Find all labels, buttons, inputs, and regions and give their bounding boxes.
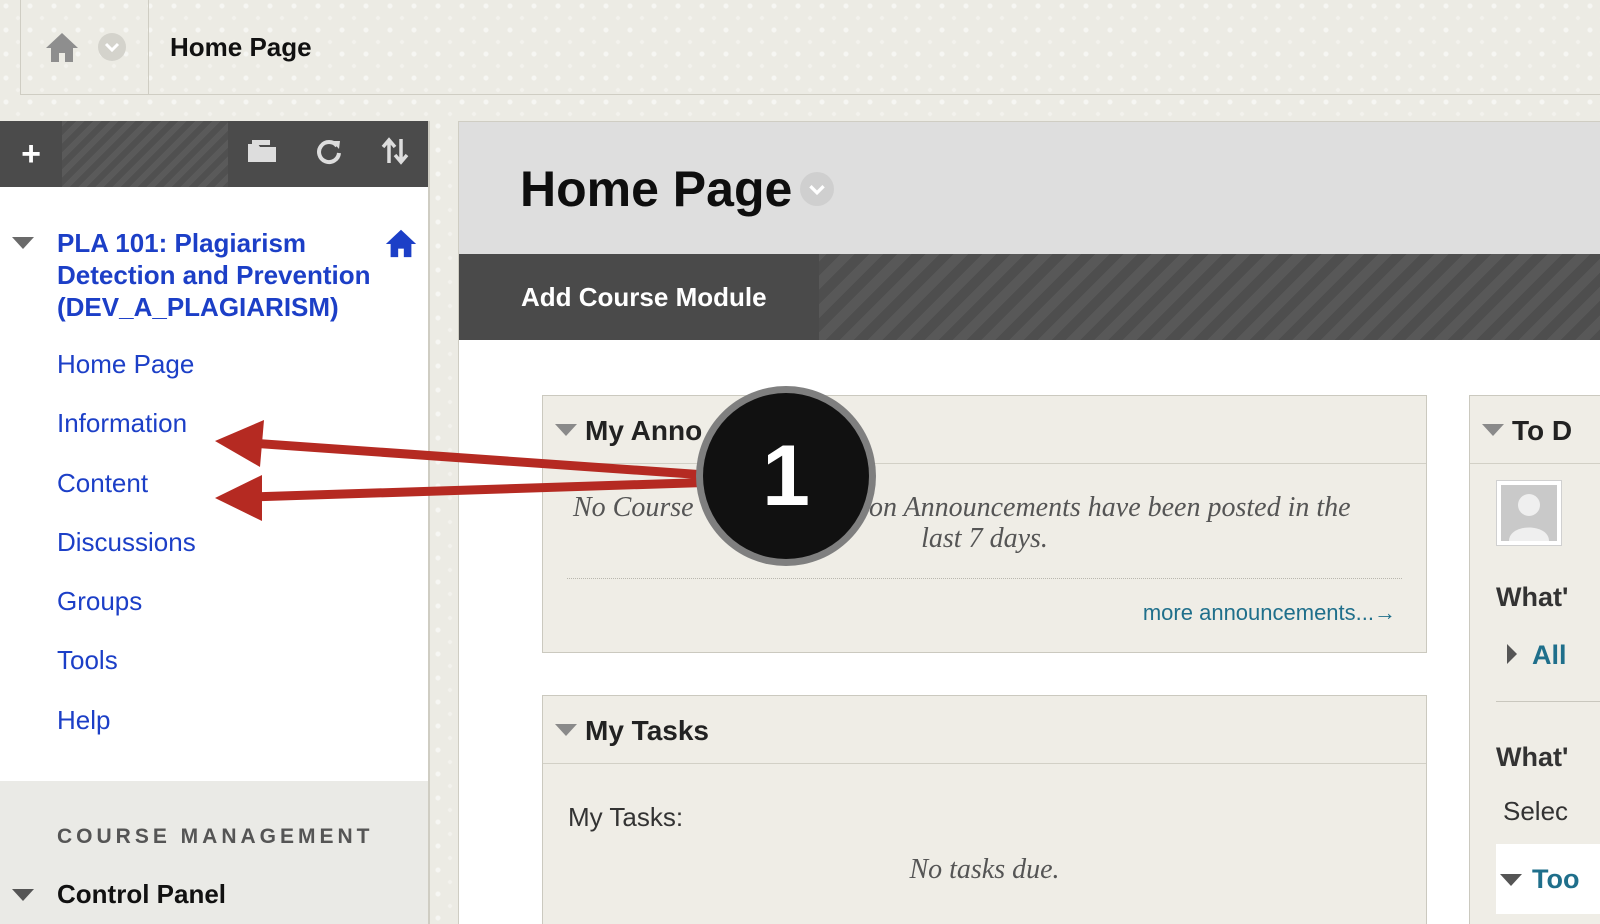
breadcrumb-title: Home Page [170,31,312,62]
page-title: Home Page [520,161,793,217]
menu-item-groups[interactable]: Groups [0,572,428,631]
control-panel-caret-icon[interactable] [12,889,34,901]
menu-item-discussions[interactable]: Discussions [0,513,428,572]
menu-item-home-page[interactable]: Home Page [0,335,428,394]
add-course-module-button[interactable]: Add Course Module [459,254,819,340]
to-do-divider [1496,701,1600,702]
tasks-header: My Tasks [543,696,1426,764]
course-home-icon[interactable] [384,227,418,264]
course-menu-toolbar: + [0,121,428,187]
announcements-module: My Anno No Course on Announcements have … [542,395,1427,653]
chevron-down-icon[interactable] [97,33,126,61]
all-items-link[interactable]: All [1532,640,1567,671]
collapse-caret-icon[interactable] [555,724,577,736]
avatar [1496,480,1562,546]
reorder-icon[interactable] [380,136,410,172]
collapse-caret-icon[interactable] [555,424,577,436]
tasks-title: My Tasks [585,715,709,746]
whats-new-label: What' [1496,742,1569,772]
too-link[interactable]: Too [1532,864,1579,895]
announcements-message-end: on Announcements have been posted in the [869,492,1351,523]
breadcrumb-bar: Home Page [20,0,1600,95]
course-menu: + PLA 101: Plagiarism Detection and Prev… [0,121,430,924]
whats-due-label: What' [1496,582,1569,612]
announcements-divider [567,578,1402,579]
toolbar-actions [228,121,428,187]
home-icon[interactable] [44,31,80,63]
announcements-message-start: No Course [573,492,694,523]
course-header: PLA 101: Plagiarism Detection and Preven… [0,187,428,323]
announcements-title: My Anno [585,415,703,446]
too-subpanel: Too [1496,844,1600,914]
collapse-caret-icon[interactable] [12,237,34,249]
announcements-message-line2: last 7 days. [921,523,1048,554]
to-do-module: To D What' All What' Selec Too [1469,395,1600,924]
page-options-chevron-icon[interactable] [800,172,834,206]
expand-caret-icon[interactable] [1506,643,1518,665]
more-announcements-link[interactable]: more announcements...→ [1143,600,1426,626]
menu-item-content[interactable]: Content [0,454,428,513]
control-panel-link[interactable]: Control Panel [57,879,226,910]
menu-item-help[interactable]: Help [0,691,428,750]
refresh-icon[interactable] [315,137,343,172]
course-title-link[interactable]: PLA 101: Plagiarism Detection and Preven… [57,227,378,323]
select-dropdown[interactable]: Selec [1503,796,1568,827]
menu-item-information[interactable]: Information [0,394,428,453]
tasks-label: My Tasks: [568,802,684,832]
add-menu-item-button[interactable]: + [0,121,62,187]
action-bar: Add Course Module [459,254,1600,340]
collapse-caret-icon[interactable] [1500,874,1522,886]
tasks-module: My Tasks My Tasks: No tasks due. [542,695,1427,924]
folder-view-icon[interactable] [246,138,278,171]
breadcrumb-icons [21,0,149,94]
step-number: 1 [703,393,869,559]
user-silhouette-icon [1501,485,1557,541]
course-management-panel: COURSE MANAGEMENT Control Panel [0,781,428,924]
course-management-title: COURSE MANAGEMENT [57,825,374,848]
main-content: Home Page Add Course Module My Anno No C… [458,121,1600,924]
to-do-title: To D [1512,415,1573,446]
tasks-empty-message: No tasks due. [909,854,1060,885]
menu-item-tools[interactable]: Tools [0,631,428,690]
course-menu-list: Home Page Information Content Discussion… [0,335,428,750]
to-do-header: To D [1470,396,1600,464]
announcements-header: My Anno [543,396,1426,464]
collapse-caret-icon[interactable] [1482,424,1504,436]
step-number-badge: 1 [696,386,876,566]
page-header: Home Page [459,122,1600,254]
